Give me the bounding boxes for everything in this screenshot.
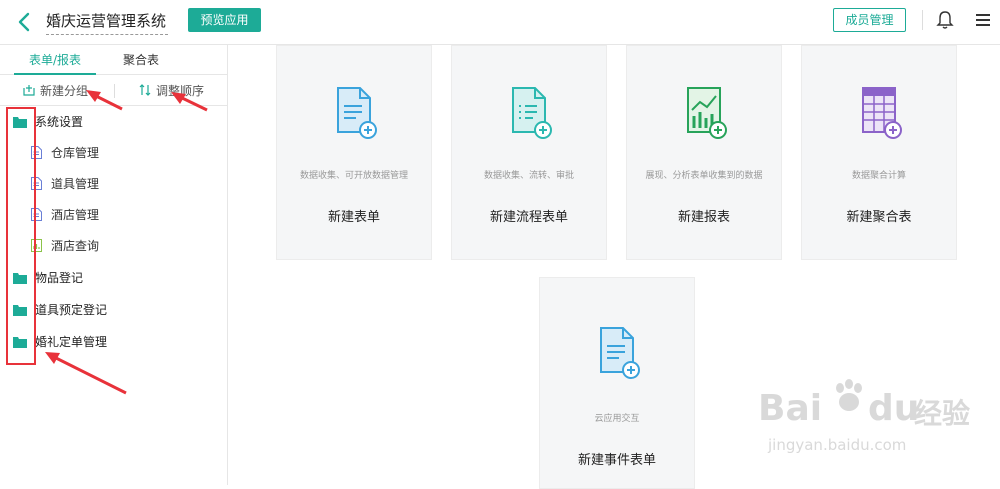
tree-label: 系统设置 — [35, 115, 84, 129]
sidebar: 表单/报表 聚合表 新建分组 调整顺序 系统设置 仓库管理 道具管理 酒店管理 … — [0, 45, 228, 485]
tree-item-hotel-management[interactable]: 酒店管理 — [31, 205, 99, 225]
tree-item-hotel-query[interactable]: 酒店查询 — [31, 236, 99, 256]
tree-item-props[interactable]: 道具管理 — [31, 174, 99, 194]
aggregate-table-icon — [862, 87, 902, 139]
folder-icon — [13, 273, 27, 284]
tree-label: 物品登记 — [35, 271, 84, 285]
card-description: 展现、分析表单收集到的数据 — [645, 171, 763, 181]
tree-label: 道具管理 — [51, 177, 100, 191]
watermark-brand: Bai — [758, 388, 823, 429]
form-doc-icon — [31, 177, 42, 190]
card-title: 新建聚合表 — [846, 210, 912, 225]
bell-icon[interactable] — [936, 10, 954, 30]
tree-folder-wedding-orders[interactable]: 婚礼定单管理 — [13, 332, 107, 352]
event-doc-icon — [600, 327, 640, 379]
back-arrow-icon[interactable] — [14, 11, 36, 33]
watermark-cn: 经验 — [914, 397, 971, 430]
card-title: 新建报表 — [677, 210, 730, 225]
card-description: 云应用交互 — [594, 414, 640, 424]
new-group-label: 新建分组 — [40, 84, 89, 98]
sidebar-tabs: 表单/报表 聚合表 — [0, 45, 228, 75]
watermark-brand-tail: du — [868, 388, 920, 429]
app-title[interactable]: 婚庆运营管理系统 — [46, 9, 169, 35]
paw-icon — [836, 379, 862, 411]
report-chart-icon — [687, 87, 727, 139]
new-group-button[interactable]: 新建分组 — [22, 76, 88, 106]
flow-doc-icon — [512, 87, 552, 139]
preview-app-button[interactable]: 预览应用 — [188, 8, 261, 32]
folder-icon — [13, 337, 27, 348]
menu-icon[interactable] — [975, 12, 991, 28]
report-icon — [31, 239, 42, 252]
tree-label: 仓库管理 — [51, 146, 100, 160]
watermark-url: jingyan.baidu.com — [768, 436, 907, 454]
tab-form-report[interactable]: 表单/报表 — [14, 45, 96, 75]
card-title: 新建流程表单 — [489, 210, 568, 225]
sidebar-actions: 新建分组 调整顺序 — [0, 76, 228, 106]
tree-label: 道具预定登记 — [35, 303, 108, 317]
tree-label: 婚礼定单管理 — [35, 335, 108, 349]
card-description: 数据收集、流转、审批 — [483, 171, 574, 181]
folder-icon — [13, 305, 27, 316]
top-bar: 婚庆运营管理系统 预览应用 成员管理 — [0, 0, 1000, 45]
tree-label: 酒店管理 — [51, 208, 100, 222]
tree-folder-prop-booking[interactable]: 道具预定登记 — [13, 300, 107, 320]
tree-folder-item-register[interactable]: 物品登记 — [13, 268, 83, 288]
card-title: 新建表单 — [327, 210, 380, 225]
add-group-icon — [23, 85, 35, 96]
form-doc-icon — [31, 208, 42, 221]
reorder-label: 调整顺序 — [156, 84, 205, 98]
card-title: 新建事件表单 — [577, 453, 656, 468]
form-doc-icon — [31, 146, 42, 159]
card-new-aggregate[interactable]: 数据聚合计算 新建聚合表 — [801, 45, 957, 260]
card-new-report[interactable]: 展现、分析表单收集到的数据 新建报表 — [626, 45, 782, 260]
header-divider — [922, 10, 923, 30]
card-description: 数据聚合计算 — [851, 171, 906, 181]
tab-aggregate[interactable]: 聚合表 — [100, 45, 182, 75]
card-new-event-form[interactable]: 云应用交互 新建事件表单 — [539, 277, 695, 489]
reorder-button[interactable]: 调整顺序 — [138, 76, 204, 106]
tree-item-warehouse[interactable]: 仓库管理 — [31, 143, 99, 163]
tree-folder-system-settings[interactable]: 系统设置 — [13, 112, 83, 132]
folder-icon — [13, 117, 27, 128]
card-description: 数据收集、可开放数据管理 — [299, 171, 408, 181]
actions-divider — [114, 84, 115, 98]
baidu-watermark: Bai du 经验 jingyan.baidu.com — [750, 370, 980, 470]
tree-label: 酒店查询 — [51, 239, 100, 253]
card-new-flow-form[interactable]: 数据收集、流转、审批 新建流程表单 — [451, 45, 607, 260]
form-doc-icon — [337, 87, 377, 139]
member-management-button[interactable]: 成员管理 — [833, 8, 906, 32]
sort-icon — [139, 84, 151, 96]
card-new-form[interactable]: 数据收集、可开放数据管理 新建表单 — [276, 45, 432, 260]
